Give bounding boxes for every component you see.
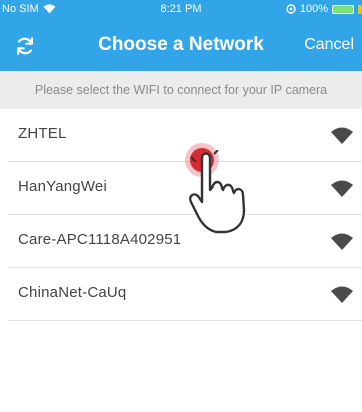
app-header: No SIM 8:21 PM 100% Choose a Network Can… <box>0 0 362 71</box>
network-list: ZHTEL HanYangWei Care-APC1118A402951 Chi… <box>0 109 362 321</box>
network-row-care-apc[interactable]: Care-APC1118A402951 <box>8 215 362 268</box>
cancel-button[interactable]: Cancel <box>304 36 354 54</box>
battery-percentage: 100% <box>299 3 328 15</box>
charging-icon <box>358 4 362 14</box>
wifi-signal-icon <box>331 286 353 303</box>
orientation-lock-icon <box>286 4 296 14</box>
wifi-signal-icon <box>331 127 353 144</box>
network-row-chinanet[interactable]: ChinaNet-CaUq <box>8 268 362 321</box>
status-bar: No SIM 8:21 PM 100% <box>0 0 362 18</box>
nav-bar: Choose a Network Cancel <box>0 26 362 66</box>
network-name: HanYangWei <box>18 178 107 195</box>
wifi-signal-icon <box>331 180 353 197</box>
network-name: ChinaNet-CaUq <box>18 284 127 301</box>
battery-icon <box>332 5 354 14</box>
network-row-hanyangwei[interactable]: HanYangWei <box>8 162 362 215</box>
network-name: Care-APC1118A402951 <box>18 231 182 248</box>
status-right: 100% <box>286 0 362 18</box>
network-name: ZHTEL <box>18 125 67 142</box>
pointing-hand-icon <box>189 150 246 234</box>
wifi-signal-icon <box>331 233 353 250</box>
instruction-text: Please select the WIFI to connect for yo… <box>0 71 362 109</box>
network-row-zhtel[interactable]: ZHTEL <box>8 109 362 162</box>
